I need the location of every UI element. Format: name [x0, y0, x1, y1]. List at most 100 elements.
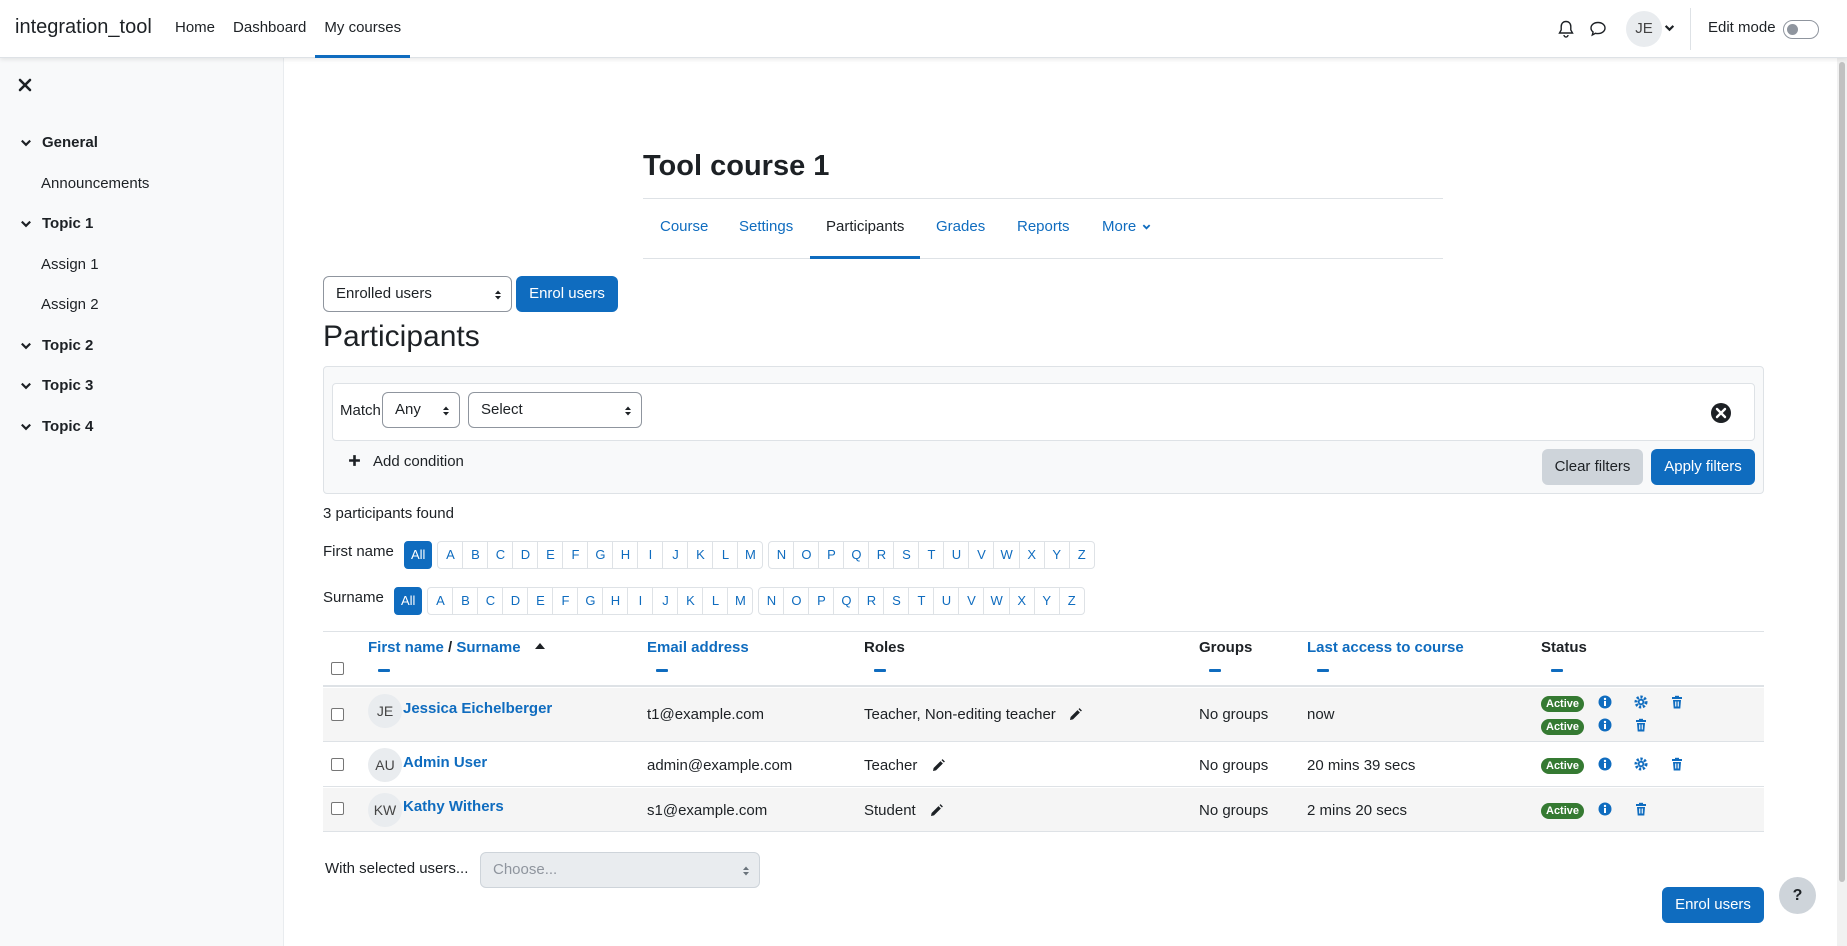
drawer-section-topic-4[interactable]: Topic 4	[20, 418, 93, 435]
enrolment-info-icon[interactable]	[1598, 695, 1612, 709]
surname-initial-c[interactable]: C	[477, 587, 504, 615]
notification-bell-icon[interactable]	[1556, 19, 1576, 39]
edit-mode-toggle[interactable]	[1783, 20, 1819, 39]
surname-initial-j[interactable]: J	[652, 587, 679, 615]
surname-initial-r[interactable]: R	[858, 587, 885, 615]
unenrol-trash-icon[interactable]	[1670, 695, 1684, 709]
surname-initial-l[interactable]: L	[702, 587, 729, 615]
tab-grades[interactable]: Grades	[936, 199, 985, 259]
chevron-down-icon[interactable]	[20, 340, 32, 352]
firstname-initial-x[interactable]: X	[1018, 541, 1045, 569]
match-select[interactable]: Any	[382, 392, 460, 428]
surname-initial-g[interactable]: G	[577, 587, 604, 615]
firstname-initial-u[interactable]: U	[943, 541, 970, 569]
firstname-initial-b[interactable]: B	[462, 541, 489, 569]
participant-name-link[interactable]: Kathy Withers	[403, 798, 504, 815]
firstname-initial-s[interactable]: S	[893, 541, 920, 569]
tab-course[interactable]: Course	[660, 199, 708, 259]
surname-initial-e[interactable]: E	[527, 587, 554, 615]
edit-roles-pencil-icon[interactable]	[931, 759, 945, 773]
firstname-initial-r[interactable]: R	[868, 541, 895, 569]
surname-initial-q[interactable]: Q	[833, 587, 860, 615]
collapse-column-roles[interactable]	[874, 669, 886, 672]
surname-initial-h[interactable]: H	[602, 587, 629, 615]
unenrol-trash-icon[interactable]	[1634, 718, 1648, 732]
firstname-initial-l[interactable]: L	[712, 541, 739, 569]
enrol-users-button[interactable]: Enrol users	[516, 276, 618, 312]
firstname-initial-c[interactable]: C	[487, 541, 514, 569]
collapse-column-groups[interactable]	[1209, 669, 1221, 672]
nav-dashboard[interactable]: Dashboard	[224, 0, 315, 58]
surname-initial-t[interactable]: T	[908, 587, 935, 615]
surname-initial-v[interactable]: V	[958, 587, 985, 615]
surname-initial-i[interactable]: I	[627, 587, 654, 615]
firstname-initial-all[interactable]: All	[404, 541, 433, 569]
row-checkbox[interactable]	[331, 802, 344, 815]
surname-initial-k[interactable]: K	[677, 587, 704, 615]
clear-filters-button[interactable]: Clear filters	[1542, 449, 1643, 485]
surname-initial-s[interactable]: S	[883, 587, 910, 615]
firstname-initial-v[interactable]: V	[968, 541, 995, 569]
surname-initial-u[interactable]: U	[933, 587, 960, 615]
chevron-down-icon[interactable]	[20, 421, 32, 433]
enrolment-info-icon[interactable]	[1598, 757, 1612, 771]
chevron-down-icon[interactable]	[20, 137, 32, 149]
firstname-initial-y[interactable]: Y	[1043, 541, 1070, 569]
chevron-down-icon[interactable]	[1664, 22, 1675, 33]
firstname-initial-z[interactable]: Z	[1068, 541, 1095, 569]
firstname-initial-w[interactable]: W	[993, 541, 1020, 569]
scrollbar-thumb[interactable]	[1839, 62, 1845, 882]
unenrol-trash-icon[interactable]	[1670, 757, 1684, 771]
tab-reports[interactable]: Reports	[1017, 199, 1070, 259]
collapse-column-last-access[interactable]	[1317, 669, 1329, 672]
firstname-initial-i[interactable]: I	[637, 541, 664, 569]
surname-initial-z[interactable]: Z	[1058, 587, 1085, 615]
firstname-initial-d[interactable]: D	[512, 541, 539, 569]
edit-enrolment-gear-icon[interactable]	[1634, 757, 1648, 771]
select-all-checkbox[interactable]	[331, 662, 344, 675]
surname-initial-all[interactable]: All	[394, 587, 423, 615]
firstname-initial-j[interactable]: J	[662, 541, 689, 569]
collapse-column-name[interactable]	[378, 669, 390, 672]
row-checkbox[interactable]	[331, 708, 344, 721]
firstname-initial-a[interactable]: A	[437, 541, 464, 569]
edit-enrolment-gear-icon[interactable]	[1634, 695, 1648, 709]
surname-initial-n[interactable]: N	[758, 587, 785, 615]
apply-filters-button[interactable]: Apply filters	[1651, 449, 1755, 485]
chevron-down-icon[interactable]	[20, 218, 32, 230]
edit-roles-pencil-icon[interactable]	[929, 804, 943, 818]
firstname-initial-o[interactable]: O	[793, 541, 820, 569]
sort-email[interactable]: Email address	[647, 639, 749, 656]
surname-initial-o[interactable]: O	[783, 587, 810, 615]
add-condition-button[interactable]: Add condition	[348, 453, 464, 470]
firstname-initial-n[interactable]: N	[768, 541, 795, 569]
row-checkbox[interactable]	[331, 758, 344, 771]
help-button[interactable]: ?	[1779, 877, 1816, 914]
firstname-initial-t[interactable]: T	[918, 541, 945, 569]
surname-initial-y[interactable]: Y	[1033, 587, 1060, 615]
surname-initial-a[interactable]: A	[427, 587, 454, 615]
firstname-initial-g[interactable]: G	[587, 541, 614, 569]
surname-initial-b[interactable]: B	[452, 587, 479, 615]
firstname-initial-h[interactable]: H	[612, 541, 639, 569]
bulk-actions-select[interactable]: Choose...	[480, 852, 760, 888]
enrolment-method-select[interactable]: Enrolled users	[323, 276, 512, 312]
chevron-down-icon[interactable]	[20, 380, 32, 392]
messages-icon[interactable]	[1588, 19, 1608, 39]
surname-initial-x[interactable]: X	[1008, 587, 1035, 615]
sort-surname[interactable]: Surname	[456, 639, 520, 656]
remove-condition-icon[interactable]	[1710, 402, 1732, 424]
user-avatar[interactable]: JE	[1626, 11, 1662, 47]
collapse-column-email[interactable]	[656, 669, 668, 672]
drawer-section-general[interactable]: General	[20, 134, 98, 151]
drawer-item-announcements[interactable]: Announcements	[41, 175, 149, 192]
drawer-section-topic-2[interactable]: Topic 2	[20, 337, 93, 354]
firstname-initial-q[interactable]: Q	[843, 541, 870, 569]
tab-participants[interactable]: Participants	[810, 199, 921, 259]
firstname-initial-f[interactable]: F	[562, 541, 589, 569]
drawer-item-assign-2[interactable]: Assign 2	[41, 296, 99, 313]
surname-initial-w[interactable]: W	[983, 587, 1010, 615]
participant-name-link[interactable]: Admin User	[403, 754, 487, 771]
firstname-initial-p[interactable]: P	[818, 541, 845, 569]
unenrol-trash-icon[interactable]	[1634, 802, 1648, 816]
